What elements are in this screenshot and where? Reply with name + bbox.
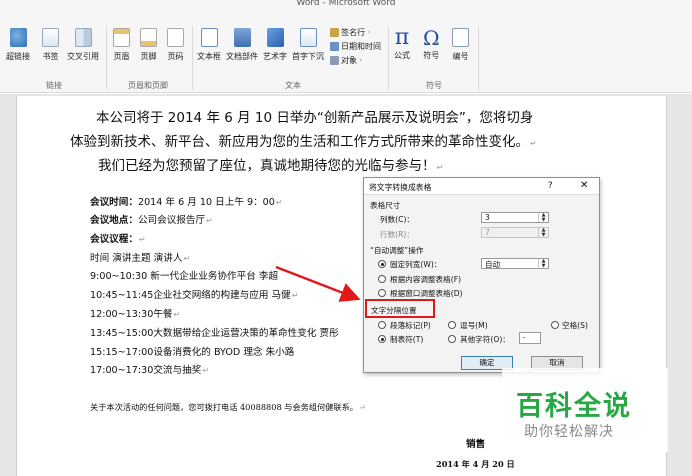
watermark-title: 百科全说 [516, 391, 632, 422]
sep-comma-label: 逗号(M) [460, 321, 488, 330]
close-icon[interactable]: ✕ [580, 180, 588, 191]
other-char-input[interactable]: - [519, 332, 541, 344]
watermark-logo: 百科全说 助你轻松解决 [502, 368, 668, 452]
dialog-titlebar: 将文字转换成表格 ? ✕ [364, 178, 599, 195]
spin-arrows-icon[interactable]: ▲ ▼ [538, 259, 548, 268]
sep-tab-label: 制表符(T) [390, 335, 424, 344]
columns-spinner[interactable]: 3 ▲ ▼ [481, 212, 549, 223]
separator-section-label: 文字分隔位置 [371, 306, 417, 315]
autofit-content-radio[interactable] [378, 275, 386, 283]
spin-arrows-icon[interactable]: ▲ ▼ [538, 213, 548, 222]
sep-space-label: 空格(S) [562, 321, 588, 330]
fixed-width-label: 固定列宽(W)： [390, 260, 442, 269]
help-button[interactable]: ? [548, 181, 553, 191]
sep-paragraph-label: 段落标记(P) [390, 321, 431, 330]
sep-other-radio[interactable] [448, 335, 456, 343]
autofit-window-radio[interactable] [378, 289, 386, 297]
spin-arrows-icon: ▲ ▼ [538, 228, 548, 237]
sep-comma-radio[interactable] [448, 321, 456, 329]
autofit-section-label: “自动调整”操作 [370, 246, 424, 255]
table-size-section-label: 表格尺寸 [370, 201, 401, 210]
columns-label: 列数(C)： [380, 215, 415, 224]
sep-space-radio[interactable] [551, 321, 559, 329]
autofit-content-label: 根据内容调整表格(F) [390, 275, 462, 284]
convert-text-to-table-dialog[interactable]: 将文字转换成表格 ? ✕ 表格尺寸 列数(C)： 3 ▲ ▼ 行数(R)： 7 ▲… [363, 177, 600, 373]
rows-spinner: 7 ▲ ▼ [481, 227, 549, 238]
sep-tab-radio[interactable] [378, 335, 386, 343]
rows-value: 7 [485, 228, 490, 237]
sep-other-label: 其他字符(O)： [460, 335, 510, 344]
fixed-width-value: 自动 [485, 260, 500, 269]
sep-paragraph-radio[interactable] [378, 321, 386, 329]
autofit-window-label: 根据窗口调整表格(D) [390, 289, 463, 298]
dialog-title: 将文字转换成表格 [369, 183, 432, 192]
columns-value: 3 [485, 213, 490, 222]
rows-label: 行数(R)： [380, 230, 414, 239]
fixed-width-radio[interactable] [378, 260, 386, 268]
fixed-width-spinner[interactable]: 自动 ▲ ▼ [481, 258, 549, 269]
watermark-subtitle: 助你轻松解决 [524, 424, 614, 440]
